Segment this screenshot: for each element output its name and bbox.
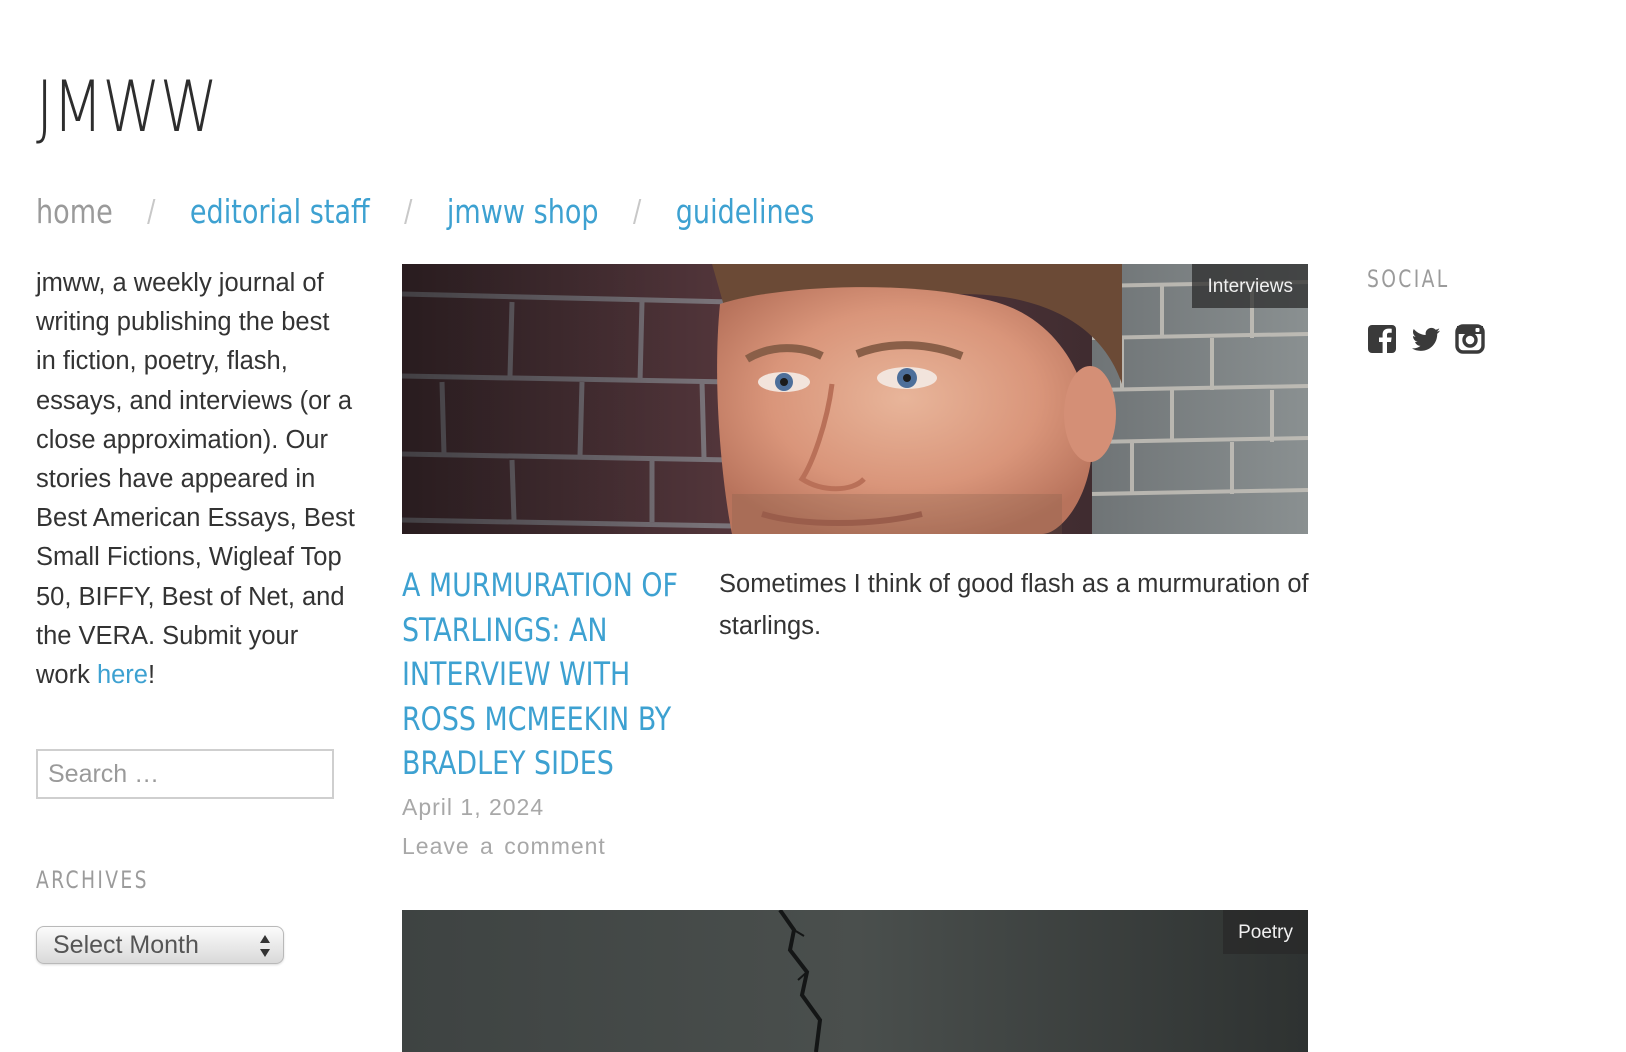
social-links	[1367, 324, 1485, 354]
archives-select[interactable]: Select Month	[36, 926, 284, 964]
post-title-line: INTERVIEW WITH	[402, 655, 631, 693]
nav-separator: /	[633, 193, 642, 229]
twitter-icon[interactable]	[1411, 324, 1441, 354]
post-title-line: A MURMURATION OF	[402, 566, 679, 604]
nav-separator: /	[147, 193, 156, 229]
post-title-line: STARLINGS: AN	[402, 610, 608, 649]
social-title: SOCIAL	[1367, 265, 1450, 293]
post-title[interactable]: A MURMURATION OF STARLINGS: AN INTERVIEW…	[402, 563, 679, 786]
instagram-icon[interactable]	[1455, 324, 1485, 354]
nav-item-jmww-shop[interactable]: jmww shop	[447, 192, 599, 231]
category-badge[interactable]: Interviews	[1192, 264, 1308, 308]
category-badge[interactable]: Poetry	[1223, 910, 1308, 954]
nav-separator: /	[404, 193, 413, 229]
archives-title: ARCHIVES	[36, 866, 149, 894]
post-featured-image[interactable]: Interviews	[402, 264, 1308, 534]
post-date[interactable]: April 1, 2024	[402, 794, 544, 821]
site-title[interactable]: JMWW	[36, 72, 218, 142]
main-navigation: home / editorial staff / jmww shop / gui…	[36, 188, 814, 234]
portrait-photo	[402, 264, 1308, 534]
nav-item-editorial-staff[interactable]: editorial staff	[190, 192, 370, 231]
nav-item-home[interactable]: home	[36, 192, 113, 231]
nav-item-guidelines[interactable]: guidelines	[676, 192, 815, 231]
post-featured-image[interactable]: Poetry	[402, 910, 1308, 1052]
post-title-line: BRADLEY SIDES	[402, 744, 614, 782]
select-arrows-icon	[260, 935, 270, 957]
search-input[interactable]	[36, 749, 334, 799]
submit-link[interactable]: here	[97, 661, 148, 689]
site-description: jmww, a weekly journal of writing publis…	[36, 264, 356, 695]
asphalt-photo	[402, 910, 1308, 1052]
site-description-end: !	[147, 661, 156, 690]
post-excerpt: Sometimes I think of good flash as a mur…	[719, 570, 1309, 640]
facebook-icon[interactable]	[1367, 324, 1397, 354]
post-title-line: ROSS MCMEEKIN BY	[402, 699, 672, 738]
site-description-text: jmww, a weekly journal of writing publis…	[36, 269, 355, 690]
leave-comment-link[interactable]: Leave a comment	[402, 833, 606, 860]
archives-select-value: Select Month	[53, 930, 199, 959]
